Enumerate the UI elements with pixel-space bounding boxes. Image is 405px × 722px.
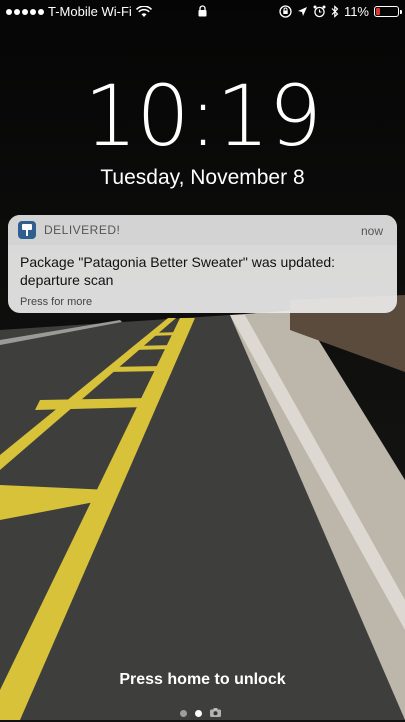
notification-card[interactable]: DELIVERED! now Package "Patagonia Better… [8, 215, 397, 313]
carrier-area: T-Mobile Wi-Fi [6, 4, 152, 19]
notification-more-hint: Press for more [20, 296, 93, 308]
signal-dots-icon [6, 8, 44, 15]
notification-body: Package "Patagonia Better Sweater" was u… [8, 245, 397, 313]
lock-icon [198, 5, 207, 20]
carrier-label: T-Mobile Wi-Fi [48, 4, 132, 19]
battery-percent: 11% [343, 4, 369, 19]
bluetooth-icon [331, 5, 339, 18]
location-arrow-icon [297, 7, 307, 16]
notification-app-name: DELIVERED! [44, 223, 121, 237]
notification-time: now [360, 224, 383, 238]
package-app-icon [18, 221, 36, 239]
alarm-icon [313, 5, 326, 18]
page-dot-active[interactable] [195, 709, 202, 717]
notification-message: Package "Patagonia Better Sweater" was u… [20, 254, 336, 288]
page-dot[interactable] [180, 709, 187, 717]
status-right: 11% [279, 4, 402, 19]
unlock-hint: Press home to unlock [119, 671, 286, 688]
lock-date: Tuesday, November 8 [100, 166, 305, 189]
camera-icon[interactable] [210, 704, 221, 722]
lock-time: 10:19 [83, 67, 322, 165]
orientation-lock-icon [279, 5, 292, 18]
status-bar: T-Mobile Wi-Fi 11% [0, 0, 405, 24]
wifi-icon [135, 5, 152, 17]
battery-icon [374, 6, 402, 17]
notification-header: DELIVERED! now [8, 215, 397, 245]
page-indicator [180, 704, 221, 722]
